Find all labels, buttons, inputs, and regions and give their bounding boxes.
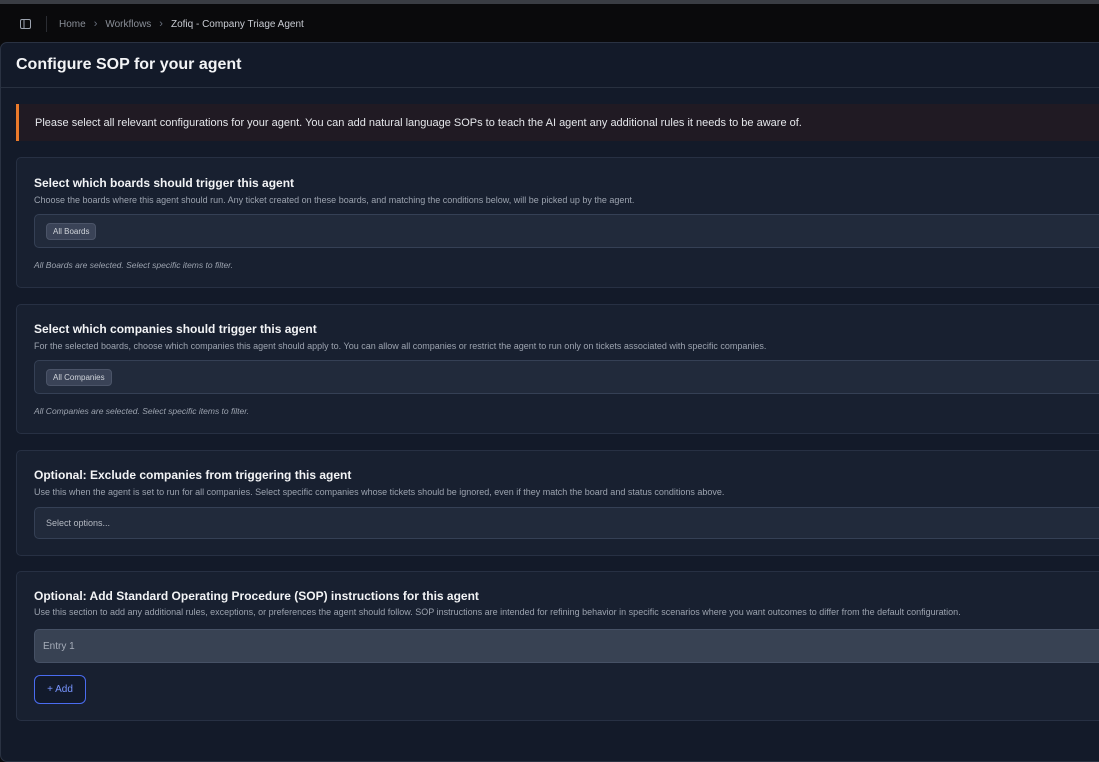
chevron-right-icon: › — [93, 18, 98, 30]
breadcrumb-current: Zofiq - Company Triage Agent — [170, 18, 304, 30]
exclude-select-placeholder: Select options... — [46, 518, 111, 528]
boards-card: Select which boards should trigger this … — [16, 157, 1099, 288]
top-bar: Home › Workflows › Zofiq - Company Triag… — [0, 4, 1099, 44]
breadcrumb-workflows[interactable]: Workflows — [105, 19, 151, 30]
exclude-companies-select[interactable]: Select options... — [34, 507, 1099, 539]
sop-description: Use this section to add any additional r… — [34, 607, 961, 617]
sop-card: Optional: Add Standard Operating Procedu… — [16, 571, 1099, 721]
breadcrumb: Home › Workflows › Zofiq - Company Triag… — [59, 19, 304, 30]
companies-select[interactable]: All Companies — [34, 360, 1099, 394]
exclude-title: Optional: Exclude companies from trigger… — [34, 468, 352, 482]
companies-card: Select which companies should trigger th… — [16, 304, 1099, 434]
sop-entry-input[interactable]: Entry 1 — [34, 629, 1099, 663]
panel-header: Configure SOP for your agent — [1, 43, 1099, 88]
all-boards-chip[interactable]: All Boards — [46, 222, 97, 240]
boards-description: Choose the boards where this agent shoul… — [34, 195, 635, 205]
exclude-companies-card: Optional: Exclude companies from trigger… — [16, 450, 1099, 556]
all-companies-chip[interactable]: All Companies — [46, 368, 112, 386]
boards-title: Select which boards should trigger this … — [34, 176, 295, 190]
add-entry-button[interactable]: + Add — [34, 675, 86, 704]
exclude-description: Use this when the agent is set to run fo… — [34, 487, 725, 497]
chevron-right-icon: › — [159, 18, 163, 30]
sop-entry-placeholder: Entry 1 — [43, 640, 75, 652]
sop-title: Optional: Add Standard Operating Procedu… — [34, 589, 479, 603]
alert-text: Please select all relevant configuration… — [35, 116, 802, 129]
configure-sop-panel: Configure SOP for your agent Please sele… — [0, 42, 1099, 762]
sidebar-toggle-icon[interactable] — [18, 17, 32, 31]
companies-title: Select which companies should trigger th… — [34, 322, 317, 336]
companies-description: For the selected boards, choose which co… — [34, 341, 767, 351]
breadcrumb-home[interactable]: Home — [59, 19, 86, 30]
boards-hint: All Boards are selected. Select specific… — [34, 260, 234, 270]
page-title: Configure SOP for your agent — [16, 56, 242, 73]
companies-hint: All Companies are selected. Select speci… — [34, 406, 250, 416]
info-alert: Please select all relevant configuration… — [16, 104, 1099, 141]
toolbar-divider — [46, 16, 47, 32]
boards-select[interactable]: All Boards — [34, 214, 1099, 248]
